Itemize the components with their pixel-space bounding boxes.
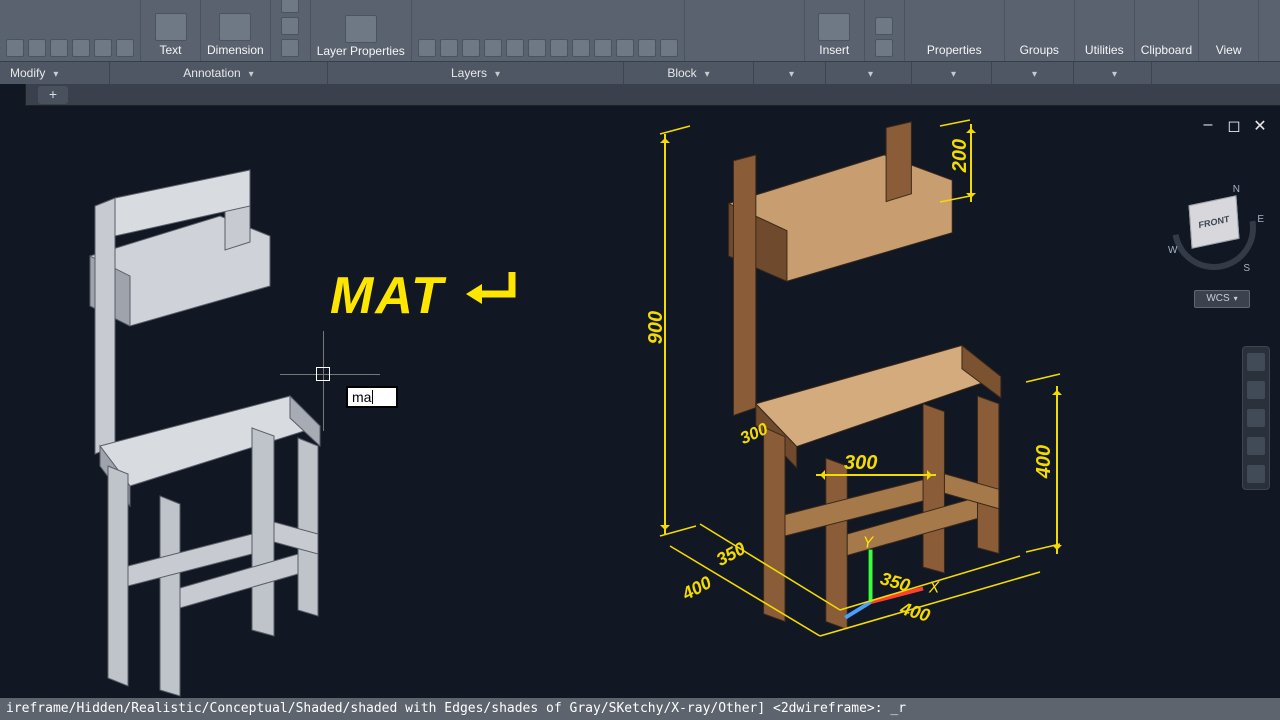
model-canvas[interactable]: – ◻ ✕: [0, 106, 1280, 698]
viewport-maximize[interactable]: ◻: [1226, 116, 1242, 136]
active-tab[interactable]: [0, 84, 26, 106]
groups-panel[interactable]: Groups: [1005, 0, 1075, 61]
view-panel[interactable]: View: [1199, 0, 1259, 61]
utilities-panel[interactable]: Utilities: [1075, 0, 1135, 61]
navigation-bar: [1242, 346, 1270, 490]
viewport-close[interactable]: ✕: [1252, 116, 1268, 136]
properties-panel[interactable]: Properties: [905, 0, 1005, 61]
drawing-tabs: +: [0, 84, 1280, 106]
annotation-small: [271, 0, 311, 61]
insert-button[interactable]: Insert: [805, 0, 865, 61]
viewport-minimize[interactable]: –: [1200, 116, 1216, 136]
viewcube[interactable]: FRONT N S E W: [1172, 186, 1256, 270]
nav-pan-icon[interactable]: [1247, 381, 1265, 399]
annotation-label[interactable]: Annotation: [110, 62, 328, 84]
clipboard-panel[interactable]: Clipboard: [1135, 0, 1199, 61]
modify-group: [0, 0, 141, 61]
block-small: [865, 0, 905, 61]
wcs-dropdown[interactable]: WCS: [1194, 290, 1250, 308]
nav-zoom-icon[interactable]: [1247, 409, 1265, 427]
mat-annotation: MAT: [330, 266, 445, 326]
dim-extensions: [640, 116, 1080, 656]
dimension-button[interactable]: Dimension: [201, 0, 271, 61]
enter-arrow-icon: [460, 268, 520, 314]
layers-icons: [412, 0, 685, 61]
text-button[interactable]: Text: [141, 0, 201, 61]
gap: [685, 0, 805, 61]
layers-label[interactable]: Layers: [328, 62, 624, 84]
command-line[interactable]: ireframe/Hidden/Realistic/Conceptual/Sha…: [0, 698, 1280, 720]
ribbon: Text Dimension Layer Properties Insert P…: [0, 0, 1280, 62]
viewport-controls: – ◻ ✕: [1200, 116, 1268, 136]
gray-chair-model: [70, 146, 330, 676]
nav-showmotion-icon[interactable]: [1247, 465, 1265, 483]
panel-labels: Modify Annotation Layers Block: [0, 62, 1280, 84]
nav-orbit-icon[interactable]: [1247, 437, 1265, 455]
block-label[interactable]: Block: [624, 62, 754, 84]
modify-label[interactable]: Modify: [0, 62, 110, 84]
add-tab-button[interactable]: +: [38, 86, 68, 104]
layerprops-button[interactable]: Layer Properties: [311, 0, 412, 61]
nav-wheel-icon[interactable]: [1247, 353, 1265, 371]
dynamic-input[interactable]: ma: [346, 386, 398, 408]
